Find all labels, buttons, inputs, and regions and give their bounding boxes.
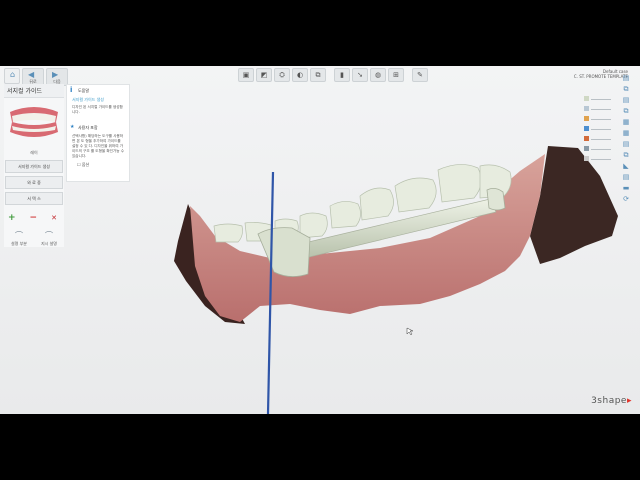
secondary-tools: ⌒ 설명 부분 ⌒ 지시 설명 (4, 230, 64, 247)
sleeve-swatch (584, 126, 589, 131)
tooth-icon[interactable]: ⛭ (274, 68, 290, 82)
edit-tools: + − ✕ (4, 213, 64, 224)
workflow-title: 서지컬 가이드 (4, 84, 64, 98)
guide-swatch (584, 96, 589, 101)
tool-left-label: 설명 부분 (11, 241, 27, 246)
home-icon: ⌂ (10, 70, 16, 79)
case-info: Default case C. ST. PROMOTE TEMPLATE (574, 69, 628, 79)
arrow-icon[interactable]: ➘ (352, 68, 368, 82)
tool-right[interactable]: ⌒ 지시 설명 (40, 230, 58, 247)
view-icon[interactable]: ◩ (256, 68, 272, 82)
layer-icon[interactable]: ▤ (622, 74, 630, 82)
info-icon: i (70, 86, 73, 94)
other-swatch (584, 156, 589, 161)
implant-icon[interactable]: ▮ (334, 68, 350, 82)
workflow-panel: 서지컬 가이드 레이 서지컬 가이드 생성 와 료 중 서 텍 스 + − ✕ … (4, 84, 64, 247)
implant-swatch (584, 116, 589, 121)
section-text: 선택사항) 해당하는 도구를 사용하면 본 도 형을 추가하여 가이드를 설정 … (72, 134, 124, 158)
curve-icon: ⌒ (15, 231, 23, 240)
add-tool-button[interactable]: + (8, 213, 16, 224)
cube-icon[interactable]: ▣ (238, 68, 254, 82)
help-header: i 도움말 (67, 85, 129, 96)
scan-icon[interactable]: ⧉ (310, 68, 326, 82)
logo-mark-icon: ▸ (626, 396, 632, 406)
step-text: 디자인 된 서지컬 가이드를 생성합니다. (72, 105, 123, 114)
layer-icon[interactable]: ▤ (622, 140, 630, 148)
slider-row[interactable] (582, 104, 612, 114)
nerve-swatch (584, 146, 589, 151)
option-checkbox[interactable]: ☐ 옵션 (67, 160, 129, 170)
cylinder-icon[interactable]: ◍ (370, 68, 386, 82)
view-toolbar: ▣ ◩ ⛭ ◐ ⧉ ▮ ➘ ◍ ⊞ ✎ (238, 68, 428, 82)
chat-icon[interactable]: ▬ (622, 184, 630, 192)
application-window: ⌂ ◀ 뒤로 ▶ 다음 서지컬 가이드 레이 서지컬 가이드 생성 와 료 중 … (0, 66, 640, 414)
document-icon[interactable]: ▦ (622, 118, 630, 126)
finish-button[interactable]: 와 료 중 (5, 176, 63, 189)
layer-icon[interactable]: ▤ (622, 173, 630, 181)
visibility-sliders (582, 94, 612, 164)
star-icon: ★ (70, 124, 75, 130)
slider-row[interactable] (582, 134, 612, 144)
slider-row[interactable] (582, 154, 612, 164)
extra-button[interactable]: 서 텍 스 (5, 192, 63, 205)
next-arrow-icon: ▶ (52, 70, 59, 79)
section-title: 사용자 포함 (78, 124, 98, 130)
create-guide-button[interactable]: 서지컬 가이드 생성 (5, 160, 63, 173)
model-icon[interactable]: ◐ (292, 68, 308, 82)
scan-swatch (584, 106, 589, 111)
thumbnail-label: 레이 (30, 150, 38, 155)
brand-name: 3shape (591, 396, 627, 406)
brand-logo: 3shape▸ (591, 396, 632, 406)
copy-icon[interactable]: ⧉ (622, 107, 630, 115)
step-link[interactable]: 서지컬 가이드 생성 (67, 96, 129, 104)
copy-icon[interactable]: ⧉ (622, 151, 630, 159)
tool-left[interactable]: ⌒ 설명 부분 (10, 230, 28, 247)
slider-row[interactable] (582, 124, 612, 134)
mouse-cursor (406, 327, 414, 336)
slider-row[interactable] (582, 114, 612, 124)
curve-icon: ⌒ (45, 231, 53, 240)
right-icon-bar: ▤ ⧉ ▤ ⧉ ▦ ▦ ▤ ⧉ ◣ ▤ ▬ ⟳ (622, 74, 632, 206)
section-header: ★ 사용자 포함 (67, 122, 129, 133)
sync-icon[interactable]: ⟳ (622, 195, 630, 203)
remove-tool-button[interactable]: − (30, 213, 38, 224)
option-label: 옵션 (81, 162, 90, 167)
back-arrow-icon: ◀ (28, 70, 35, 79)
case-line2: C. ST. PROMOTE TEMPLATE (573, 74, 628, 79)
slider-row[interactable] (582, 94, 612, 104)
guide-end-cap (486, 188, 506, 211)
tool-right-label: 지시 설명 (41, 241, 57, 246)
settings-icon[interactable]: ✎ (412, 68, 428, 82)
help-header-label: 도움말 (78, 87, 90, 93)
layer-icon[interactable]: ▤ (622, 96, 630, 104)
dental-model-thumbnail[interactable] (6, 102, 62, 142)
delete-tool-button[interactable]: ✕ (51, 213, 57, 224)
help-panel: i 도움말 서지컬 가이드 생성 디자인 된 서지컬 가이드를 생성합니다. ★… (66, 84, 130, 182)
guide-icon[interactable]: ⊞ (388, 68, 404, 82)
home-button[interactable]: ⌂ (4, 68, 20, 84)
slider-row[interactable] (582, 144, 612, 154)
document-icon[interactable]: ▦ (622, 129, 630, 137)
measure-icon[interactable]: ◣ (622, 162, 630, 170)
copy-icon[interactable]: ⧉ (622, 85, 630, 93)
bone-swatch (584, 136, 589, 141)
